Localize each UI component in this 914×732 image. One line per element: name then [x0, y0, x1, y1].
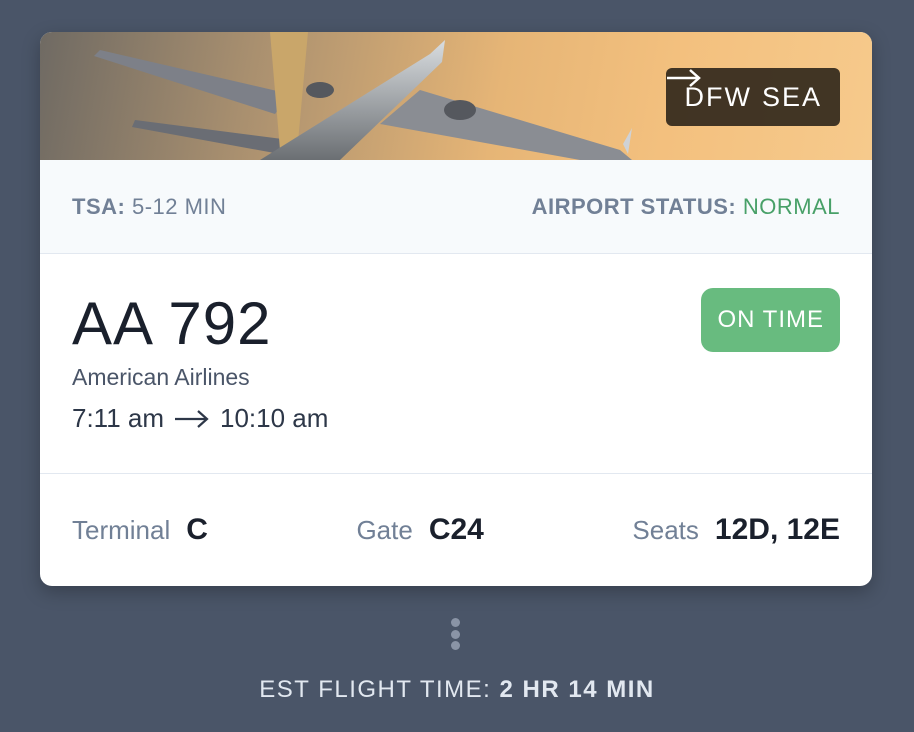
vertical-dots-icon[interactable]: [450, 618, 460, 650]
airport-status-label: AIRPORT STATUS:: [531, 193, 737, 219]
terminal-label: Terminal: [72, 515, 171, 545]
dot: [450, 641, 460, 650]
airport-status-bar: TSA: 5-12 MIN AIRPORT STATUS: NORMAL: [40, 160, 872, 254]
arrival-time: 10:10 am: [220, 403, 329, 433]
flight-details: Terminal C Gate C24 Seats 12D, 12E: [40, 474, 872, 586]
gate-detail: Gate C24: [356, 513, 483, 547]
airport-status: AIRPORT STATUS: NORMAL: [532, 194, 840, 220]
estimated-flight-time: EST FLIGHT TIME: 2 HR 14 MIN: [0, 676, 914, 704]
tsa-label: TSA:: [72, 193, 126, 219]
dot: [450, 618, 460, 627]
tsa-value: 5-12 MIN: [131, 193, 227, 219]
flight-card[interactable]: DFW SEA TSA: 5-12 MIN AIRPORT STATUS: NO…: [40, 32, 872, 586]
flight-info: AA 792 American Airlines 7:11 am 10:10 a…: [40, 254, 872, 474]
seats-detail: Seats 12D, 12E: [632, 513, 840, 547]
gate-label: Gate: [356, 515, 413, 545]
terminal-detail: Terminal C: [72, 513, 208, 547]
dot: [450, 629, 460, 639]
flight-times: 7:11 am 10:10 am: [72, 403, 840, 434]
terminal-value: C: [186, 513, 208, 546]
airplane-hero-image: DFW SEA: [40, 32, 872, 160]
seats-value: 12D, 12E: [714, 513, 840, 546]
destination-code: SEA: [761, 81, 822, 112]
departure-time: 7:11 am: [72, 403, 165, 433]
on-time-badge: ON TIME: [701, 288, 840, 352]
seats-label: Seats: [632, 515, 699, 545]
airline-name: American Airlines: [72, 364, 250, 390]
est-label: EST FLIGHT TIME:: [259, 676, 492, 703]
tsa-wait: TSA: 5-12 MIN: [72, 194, 226, 220]
est-value: 2 HR 14 MIN: [499, 676, 655, 703]
route-badge: DFW SEA: [666, 68, 840, 126]
airport-status-value: NORMAL: [742, 193, 840, 219]
gate-value: C24: [428, 513, 484, 546]
right-arrow-icon: [667, 69, 702, 87]
right-arrow-icon: [175, 409, 209, 428]
